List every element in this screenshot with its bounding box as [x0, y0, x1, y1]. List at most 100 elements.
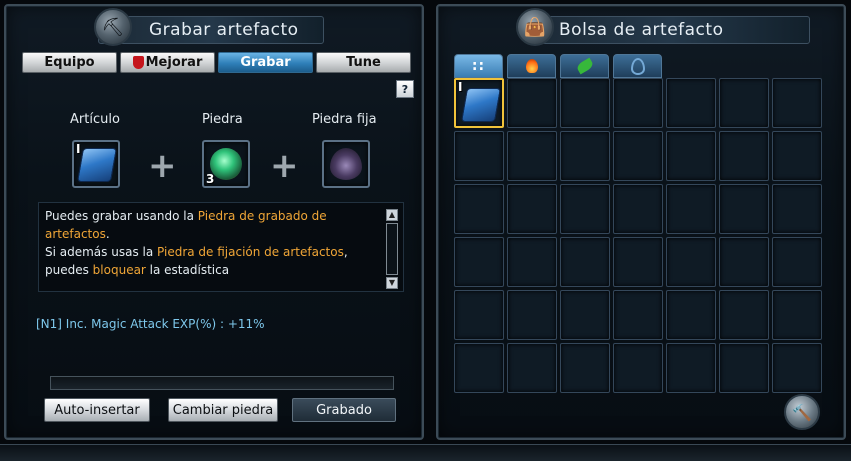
bag-tab-all[interactable]: ::: [454, 54, 503, 78]
desc-text: .: [105, 227, 110, 241]
bag-slot[interactable]: [719, 131, 769, 181]
bag-slot[interactable]: [719, 237, 769, 287]
item-count: I: [458, 80, 463, 94]
desc-highlight: bloquear: [92, 263, 146, 277]
pickaxe-icon: ⛏: [94, 8, 132, 46]
bag-slot[interactable]: [507, 343, 557, 393]
bag-slot[interactable]: [507, 131, 557, 181]
item-slot-label: Artículo: [70, 112, 120, 127]
bag-slot[interactable]: [560, 78, 610, 128]
bag-slot[interactable]: [772, 237, 822, 287]
auto-insert-button[interactable]: Auto-insertar: [44, 398, 150, 422]
bag-slot[interactable]: [719, 343, 769, 393]
bag-slot[interactable]: [560, 343, 610, 393]
artifact-bag-panel: Bolsa de artefacto 👜 :: I 🔨: [436, 4, 846, 440]
item-count: I: [76, 142, 81, 156]
item-slot[interactable]: I: [72, 140, 120, 188]
bag-slot[interactable]: [507, 184, 557, 234]
scroll-up-icon[interactable]: ▲: [386, 209, 398, 221]
bag-slot[interactable]: [666, 78, 716, 128]
leaf-icon: [575, 57, 594, 75]
help-button[interactable]: ?: [396, 80, 414, 98]
title-bar: Bolsa de artefacto: [532, 16, 810, 44]
tab-label: Mejorar: [145, 55, 203, 70]
bag-slot[interactable]: [454, 343, 504, 393]
stone-slot-label: Piedra: [202, 112, 243, 127]
tab-grabar[interactable]: Grabar: [218, 52, 313, 73]
fixing-stone-icon: [330, 148, 362, 180]
water-drop-icon: [630, 57, 645, 75]
bag-slot[interactable]: [666, 131, 716, 181]
bag-slot[interactable]: [454, 184, 504, 234]
bag-slot[interactable]: [666, 290, 716, 340]
change-stone-button[interactable]: Cambiar piedra: [168, 398, 278, 422]
bag-slot[interactable]: [772, 131, 822, 181]
bag-grid: I: [454, 78, 824, 393]
bag-slot[interactable]: [454, 131, 504, 181]
desc-text: la estadística: [145, 263, 230, 277]
fire-icon: [525, 59, 538, 73]
bag-slot[interactable]: [613, 131, 663, 181]
fixed-stone-slot[interactable]: [322, 140, 370, 188]
bag-slot[interactable]: [507, 237, 557, 287]
bag-slot[interactable]: [666, 343, 716, 393]
artifact-card-icon: [461, 88, 501, 122]
description-box: Puedes grabar usando la Piedra de grabad…: [38, 202, 404, 292]
bag-tab-water[interactable]: [613, 54, 662, 78]
bag-slot[interactable]: [613, 290, 663, 340]
shield-icon: [132, 56, 144, 69]
bag-slot[interactable]: [772, 343, 822, 393]
engraving-stone-icon: [210, 148, 242, 180]
bag-slot[interactable]: [560, 184, 610, 234]
bag-slot[interactable]: [560, 131, 610, 181]
scroll-down-icon[interactable]: ▼: [386, 277, 398, 289]
bag-slot[interactable]: [666, 237, 716, 287]
bag-slot[interactable]: [613, 184, 663, 234]
bag-icon: 👜: [516, 8, 554, 46]
engrave-progress-bar: [50, 376, 394, 390]
description-scrollbar[interactable]: ▲ ▼: [386, 209, 399, 289]
bag-slot[interactable]: [613, 78, 663, 128]
stone-slot[interactable]: 3: [202, 140, 250, 188]
bag-slot[interactable]: [560, 290, 610, 340]
desc-text: Puedes grabar usando la: [45, 209, 198, 223]
bag-slot[interactable]: [719, 290, 769, 340]
tab-equipo[interactable]: Equipo: [22, 52, 117, 73]
artifact-card-icon: [77, 148, 117, 182]
tab-mejorar[interactable]: Mejorar: [120, 52, 215, 73]
tab-label: Equipo: [44, 55, 95, 70]
bag-tab-fire[interactable]: [507, 54, 556, 78]
bag-slot[interactable]: [507, 78, 557, 128]
engrave-button[interactable]: Grabado: [292, 398, 396, 422]
tab-row: Equipo Mejorar Grabar Tune: [22, 52, 411, 73]
bag-slot[interactable]: [772, 184, 822, 234]
bag-slot[interactable]: [666, 184, 716, 234]
stat-line: [N1] Inc. Magic Attack EXP(%) : +11%: [36, 317, 265, 331]
bag-tab-nature[interactable]: [560, 54, 609, 78]
desc-text: Si además usas la: [45, 245, 158, 259]
bag-slot[interactable]: [507, 290, 557, 340]
tab-label: Tune: [346, 55, 381, 70]
tab-tune[interactable]: Tune: [316, 52, 411, 73]
plus-icon: +: [270, 146, 299, 186]
bag-slot[interactable]: [560, 237, 610, 287]
bag-slot[interactable]: [719, 184, 769, 234]
stone-count: 3: [206, 172, 215, 186]
scroll-track[interactable]: [386, 223, 398, 275]
title-bar: Grabar artefacto: [98, 16, 324, 44]
bag-slot[interactable]: [613, 343, 663, 393]
fixed-stone-slot-label: Piedra fija: [312, 112, 377, 127]
bag-slot[interactable]: [454, 290, 504, 340]
engrave-panel: Grabar artefacto ⛏ Equipo Mejorar Grabar…: [4, 4, 424, 440]
hammer-icon[interactable]: 🔨: [784, 394, 820, 430]
grid-icon: ::: [471, 58, 486, 74]
panel-title: Bolsa de artefacto: [559, 20, 724, 40]
bottom-band: [0, 444, 851, 461]
bag-slot[interactable]: I: [454, 78, 504, 128]
bag-slot[interactable]: [772, 290, 822, 340]
bag-slot[interactable]: [454, 237, 504, 287]
bag-slot[interactable]: [719, 78, 769, 128]
bag-slot[interactable]: [772, 78, 822, 128]
bag-slot[interactable]: [613, 237, 663, 287]
panel-title: Grabar artefacto: [149, 20, 299, 40]
